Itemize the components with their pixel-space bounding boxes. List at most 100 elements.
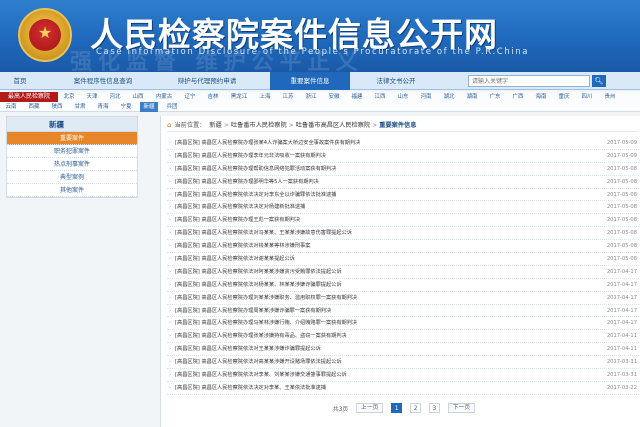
region-item[interactable]: 内蒙古 (152, 92, 176, 102)
search-input[interactable] (468, 75, 590, 87)
home-icon: ⌂ (167, 121, 172, 129)
nav-legal-documents[interactable]: 法律文书公开 (356, 72, 436, 90)
sidebar-item-hot-criminal[interactable]: 热点刑事案件 (7, 158, 137, 171)
case-row[interactable]: › [高昌区院] 高昌区人民检察院办理周某某涉嫌诈骗罪一案获有期判决 2017-04… (167, 305, 640, 318)
region-item[interactable]: 西藏 (25, 102, 43, 112)
region-item[interactable]: 天津 (83, 92, 101, 102)
case-title[interactable]: [高昌区院] 高昌区人民检察院依法对阿某某涉嫌贪污受贿罪依法提起公诉 (175, 266, 575, 278)
case-row[interactable]: › [高昌区院] 高昌区人民检察院办理张某4人诈骗案大桥边安全事故案件获有期判决 2… (167, 137, 640, 150)
region-item[interactable]: 上海 (256, 92, 274, 102)
case-title[interactable]: [高昌区院] 高昌区人民检察院办理马某林涉嫌行贿、介绍贿赂罪一案获有期判决 (175, 317, 575, 329)
case-title[interactable]: [高昌区院] 高昌区人民检察院办理张某4人诈骗案大桥边安全事故案件获有期判决 (175, 137, 575, 149)
region-item[interactable]: 吉林 (204, 92, 222, 102)
breadcrumb-item[interactable]: 吐鲁番市人民检察院 (231, 122, 287, 129)
case-title[interactable]: [高昌区院] 高昌区人民检察院办理周某某涉嫌诈骗罪一案获有期判决 (175, 305, 575, 317)
region-item[interactable]: 四川 (578, 92, 596, 102)
case-title[interactable]: [高昌区院] 高昌区人民检察院依法对冯某某、王某某涉嫌故意伤害罪提起公诉 (175, 227, 575, 239)
case-title[interactable]: [高昌区院] 高昌区人民检察院办理李年元非法吸收一案获有期判决 (175, 150, 575, 162)
region-item[interactable]: 湖南 (463, 92, 481, 102)
region-item[interactable]: 河南 (417, 92, 435, 102)
bullet-icon: › (169, 204, 171, 211)
case-row[interactable]: › [高昌区院] 高昌区人民检察院依法对谢某某提起公诉 2017-05-08 (167, 253, 640, 266)
sidebar-item-typical-cases[interactable]: 典型案例 (7, 171, 137, 184)
case-row[interactable]: › [高昌区院] 高昌区人民检察院依法对李某、刘某某涉嫌交通肇事罪提起公诉 2017… (167, 369, 640, 382)
case-row[interactable]: › [高昌区院] 高昌区人民检察院依法对钱某某等林涉嫌刑事案 2017-05-08 (167, 240, 640, 254)
case-title[interactable]: [高昌区院] 高昌区人民检察院依法决定对李某、王某依法批准逮捕 (175, 382, 575, 394)
case-title[interactable]: [高昌区院] 高昌区人民检察院依法对王某某涉嫌诈骗罪提起公诉 (175, 343, 575, 355)
region-item[interactable]: 云南 (2, 102, 20, 112)
case-row[interactable]: › [高昌区院] 高昌区人民检察院办理马某林涉嫌行贿、介绍贿赂罪一案获有期判决 20… (167, 317, 640, 331)
region-item[interactable]: 广西 (509, 92, 527, 102)
case-row[interactable]: › [高昌区院] 高昌区人民检察院依法决定对杨建新批准逮捕 2017-05-08 (167, 201, 640, 215)
pager-page[interactable]: 1 (391, 403, 403, 413)
region-item[interactable]: 山东 (394, 92, 412, 102)
region-supreme[interactable]: 最高人民检察院 (0, 92, 58, 102)
case-title[interactable]: [高昌区院] 高昌区人民检察院依法对钱某某等林涉嫌刑事案 (175, 240, 575, 252)
region-item[interactable]: 山西 (129, 92, 147, 102)
case-row[interactable]: › [高昌区院] 高昌区人民检察院办理李年元非法吸收一案获有期判决 2017-05-… (167, 150, 640, 163)
breadcrumb-item[interactable]: 新疆 (209, 122, 221, 129)
pager-page[interactable]: 2 (410, 403, 422, 413)
case-row[interactable]: › [高昌区院] 高昌区人民检察院办理帮助信息网络犯罪活动案获有期判决 2017-0… (167, 163, 640, 176)
case-title[interactable]: [高昌区院] 高昌区人民检察院办理刘某某涉嫌职务、滥用职权罪一案获有期判决 (175, 292, 575, 304)
sidebar-item-duty-crime[interactable]: 职务犯罪案件 (7, 145, 137, 158)
pager-prev-button[interactable]: 上一页 (355, 403, 384, 413)
nav-home[interactable]: 首页 (0, 72, 40, 90)
sidebar-item-important-cases[interactable]: 重要案件 (7, 132, 137, 145)
region-item[interactable]: 兵团 (163, 102, 181, 112)
nav-case-procedure-query[interactable]: 案件程序性信息查询 (58, 72, 148, 90)
region-item[interactable]: 贵州 (601, 92, 619, 102)
region-item[interactable]: 新疆 (140, 102, 158, 112)
region-item[interactable]: 湖北 (440, 92, 458, 102)
case-title[interactable]: [高昌区院] 高昌区人民检察院依法决定对李东全以诈骗罪依法批准逮捕 (175, 189, 575, 201)
region-item[interactable]: 海南 (532, 92, 550, 102)
case-row[interactable]: › [高昌区院] 高昌区人民检察院办理邵明华等5人一案获有期判决 2017-05-0… (167, 176, 640, 189)
bullet-icon: › (169, 230, 171, 237)
pager-next-button[interactable]: 下一页 (447, 403, 476, 413)
case-date: 2017-03-22 (606, 384, 637, 391)
case-row[interactable]: › [高昌区院] 高昌区人民检察院办理王彪一案获有期判决 2017-05-08 (167, 214, 640, 228)
case-row[interactable]: › [高昌区院] 高昌区人民检察院依法对杨某某、林某某涉嫌诈骗罪提起公诉 2017-… (167, 279, 640, 292)
site-banner: 强化监督 维护公平正义 ★ 人民检察院案件信息公开网 Case Informat… (0, 0, 640, 72)
case-row[interactable]: › [高昌区院] 高昌区人民检察院依法对王某某涉嫌诈骗罪提起公诉 2017-04-1… (167, 343, 640, 357)
region-item[interactable]: 安徽 (325, 92, 343, 102)
case-title[interactable]: [高昌区院] 高昌区人民检察院办理张某涉嫌持有毒品、盗窃一案获有期判决 (175, 330, 575, 342)
region-item[interactable]: 重庆 (555, 92, 573, 102)
nav-important-cases[interactable]: 重要案件信息 (270, 72, 350, 90)
region-item[interactable]: 福建 (348, 92, 366, 102)
pager-page[interactable]: 3 (428, 403, 440, 413)
search-icon[interactable]: 🔍︎ (592, 75, 606, 87)
region-item[interactable]: 江西 (371, 92, 389, 102)
case-row[interactable]: › [高昌区院] 高昌区人民检察院依法对阿某某涉嫌贪污受贿罪依法提起公诉 2017-… (167, 266, 640, 279)
region-item[interactable]: 北京 (60, 92, 78, 102)
case-title[interactable]: [高昌区院] 高昌区人民检察院依法对李某、刘某某涉嫌交通肇事罪提起公诉 (175, 369, 575, 381)
region-item[interactable]: 陕西 (48, 102, 66, 112)
case-date: 2017-05-08 (606, 230, 637, 237)
case-row[interactable]: › [高昌区院] 高昌区人民检察院依法对冯某某、王某某涉嫌故意伤害罪提起公诉 201… (167, 227, 640, 241)
breadcrumb-item[interactable]: 吐鲁番市高昌区人民检察院 (296, 122, 370, 129)
case-title[interactable]: [高昌区院] 高昌区人民检察院依法对杨某某、林某某涉嫌诈骗罪提起公诉 (175, 279, 575, 291)
case-date: 2017-04-17 (606, 307, 637, 314)
region-item[interactable]: 浙江 (302, 92, 320, 102)
region-item[interactable]: 黑龙江 (227, 92, 251, 102)
case-row[interactable]: › [高昌区院] 高昌区人民检察院依法决定对李某、王某依法批准逮捕 2017-03-… (167, 382, 640, 395)
region-item[interactable]: 甘肃 (71, 102, 89, 112)
region-item[interactable]: 青海 (94, 102, 112, 112)
nav-defense-appointment[interactable]: 辩护与代理预约申请 (162, 72, 252, 90)
case-title[interactable]: [高昌区院] 高昌区人民检察院办理帮助信息网络犯罪活动案获有期判决 (175, 163, 575, 175)
case-title[interactable]: [高昌区院] 高昌区人民检察院办理王彪一案获有期判决 (175, 214, 575, 226)
region-item[interactable]: 江苏 (279, 92, 297, 102)
case-row[interactable]: › [高昌区院] 高昌区人民检察院依法决定对李东全以诈骗罪依法批准逮捕 2017-0… (167, 189, 640, 202)
sidebar-item-other-cases[interactable]: 其他案件 (7, 184, 137, 197)
case-title[interactable]: [高昌区院] 高昌区人民检察院依法对谢某某提起公诉 (175, 253, 575, 265)
region-item[interactable]: 河北 (106, 92, 124, 102)
case-title[interactable]: [高昌区院] 高昌区人民检察院依法决定对杨建新批准逮捕 (175, 201, 575, 213)
region-item[interactable]: 宁夏 (117, 102, 135, 112)
case-row[interactable]: › [高昌区院] 高昌区人民检察院办理张某涉嫌持有毒品、盗窃一案获有期判决 2017… (167, 330, 640, 344)
case-row[interactable]: › [高昌区院] 高昌区人民检察院办理刘某某涉嫌职务、滥用职权罪一案获有期判决 20… (167, 292, 640, 305)
case-row[interactable]: › [高昌区院] 高昌区人民检察院依法对高某某涉嫌开设赌场罪依法提起公诉 2017-… (167, 356, 640, 370)
case-title[interactable]: [高昌区院] 高昌区人民检察院依法对高某某涉嫌开设赌场罪依法提起公诉 (175, 356, 575, 368)
region-item[interactable]: 广东 (486, 92, 504, 102)
case-title[interactable]: [高昌区院] 高昌区人民检察院办理邵明华等5人一案获有期判决 (175, 176, 575, 188)
region-item[interactable]: 辽宁 (181, 92, 199, 102)
